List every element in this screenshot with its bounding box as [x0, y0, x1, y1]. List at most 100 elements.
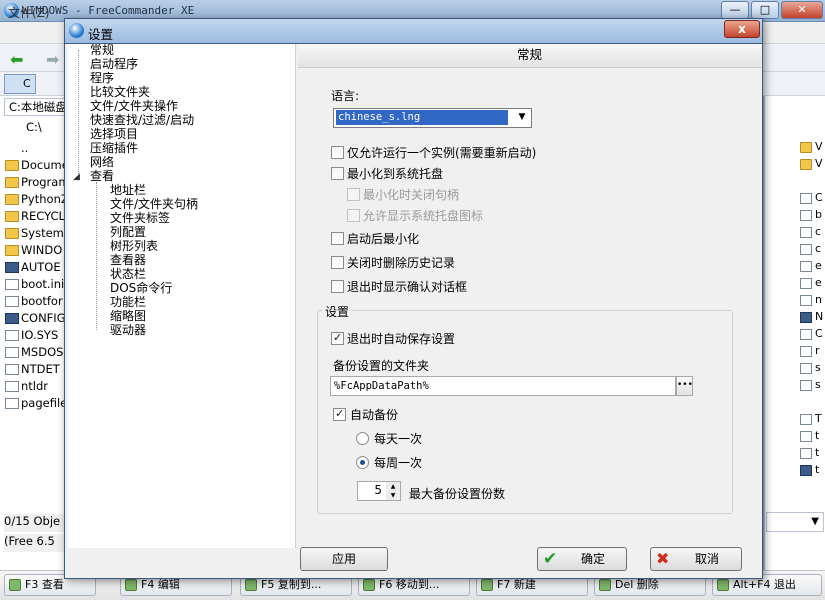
backup-folder-input[interactable]: %FcAppDataPath%	[330, 376, 676, 396]
list-item[interactable]: C	[798, 191, 824, 206]
list-item[interactable]: V	[798, 157, 824, 172]
confirm-exit-checkbox[interactable]	[331, 280, 344, 293]
move-icon	[363, 579, 375, 591]
back-arrow-icon[interactable]: ⬅	[10, 50, 23, 69]
apply-button[interactable]: 应用	[300, 547, 388, 571]
file-icon	[800, 295, 812, 306]
tree-subitem-tree-list[interactable]: 树形列表	[110, 239, 158, 253]
tree-subitem-dos-command[interactable]: DOS命令行	[110, 281, 172, 295]
list-item[interactable]: IO.SYS	[4, 327, 66, 344]
tree-item-view[interactable]: 查看	[90, 169, 114, 183]
file-icon	[800, 380, 812, 391]
folder-icon	[5, 228, 19, 239]
file-icon	[800, 414, 812, 425]
tree-subitem-status-bar[interactable]: 状态栏	[110, 267, 146, 281]
weekly-label: 每周一次	[374, 456, 423, 470]
file-icon	[5, 296, 19, 307]
tree-subitem-columns[interactable]: 列配置	[110, 225, 146, 239]
path-combo[interactable]: C:本地磁盘	[4, 98, 66, 116]
stepper-down-icon[interactable]: ▼	[386, 491, 400, 500]
list-item[interactable]: NTDET	[4, 361, 66, 378]
list-item[interactable]: boot.ini	[4, 276, 66, 293]
weekly-radio[interactable]	[356, 456, 369, 469]
tree-item-general[interactable]: 常规	[90, 43, 114, 57]
list-item[interactable]: s	[798, 361, 824, 376]
tree-subitem-viewer[interactable]: 查看器	[110, 253, 146, 267]
delete-history-checkbox[interactable]	[331, 256, 344, 269]
drive-c-button[interactable]: C	[4, 74, 36, 94]
tree-item-selection[interactable]: 选择项目	[90, 127, 138, 141]
list-item[interactable]: T	[798, 412, 824, 427]
list-item[interactable]: PythonZ	[4, 191, 66, 208]
list-item[interactable]: t	[798, 446, 824, 461]
tree-item-archive-plugins[interactable]: 压缩插件	[90, 141, 138, 155]
menu-file[interactable]: 文件(Z)	[8, 4, 50, 21]
tree-subitem-thumbnails[interactable]: 缩略图	[110, 309, 146, 323]
list-item[interactable]: C	[798, 327, 824, 342]
list-item[interactable]: e	[798, 259, 824, 274]
file-icon	[800, 244, 812, 255]
stepper-up-icon[interactable]: ▲	[386, 482, 400, 491]
minimize-button[interactable]: —	[721, 1, 749, 19]
tree-subitem-function-bar[interactable]: 功能栏	[110, 295, 146, 309]
folder-icon	[800, 142, 812, 153]
forward-arrow-icon[interactable]: ➡	[46, 50, 59, 69]
auto-backup-checkbox[interactable]	[333, 407, 346, 421]
file-icon	[800, 329, 812, 340]
tree-item-startup[interactable]: 启动程序	[90, 57, 138, 71]
close-handle-checkbox[interactable]	[347, 188, 360, 201]
auto-save-checkbox[interactable]	[331, 331, 344, 345]
tree-subitem-drives[interactable]: 驱动器	[110, 323, 146, 337]
list-item[interactable]: c	[798, 242, 824, 257]
list-item[interactable]: V	[798, 140, 824, 155]
tree-subitem-folder-tabs[interactable]: 文件夹标签	[110, 211, 170, 225]
list-item[interactable]: CONFIG	[4, 310, 66, 327]
file-icon	[5, 262, 19, 273]
tree-item-file-operations[interactable]: 文件/文件夹操作	[90, 99, 178, 113]
list-item[interactable]: t	[798, 463, 824, 478]
tree-item-programs[interactable]: 程序	[90, 71, 114, 85]
list-item[interactable]: ntldr	[4, 378, 66, 395]
close-window-button[interactable]: ✕	[781, 1, 823, 19]
list-item[interactable]: Program	[4, 174, 66, 191]
list-item[interactable]: System	[4, 225, 66, 242]
tree-subitem-address-bar[interactable]: 地址栏	[110, 183, 146, 197]
list-item[interactable]: N	[798, 310, 824, 325]
list-item[interactable]: e	[798, 276, 824, 291]
collapse-triangle-icon[interactable]: ◢	[73, 172, 80, 182]
list-item[interactable]: pagefile	[4, 395, 66, 412]
tree-item-compare-folders[interactable]: 比较文件夹	[90, 85, 150, 99]
list-item[interactable]: n	[798, 293, 824, 308]
tray-icon-checkbox[interactable]	[347, 209, 360, 222]
auto-backup-label: 自动备份	[350, 408, 399, 422]
dialog-close-button[interactable]: x	[724, 20, 760, 38]
browse-button[interactable]: •••	[676, 376, 693, 396]
minimize-after-start-checkbox[interactable]	[331, 232, 344, 245]
single-instance-checkbox[interactable]	[331, 146, 344, 159]
folder-icon	[5, 177, 19, 188]
file-icon	[800, 193, 812, 204]
close-handle-label: 最小化时关闭句柄	[363, 188, 460, 202]
list-item[interactable]: MSDOS	[4, 344, 66, 361]
tree-item-quick-search[interactable]: 快速查找/过滤/启动	[90, 113, 194, 127]
right-drive-combo[interactable]: ▼	[766, 512, 824, 532]
list-item[interactable]: AUTOE	[4, 259, 66, 276]
file-icon	[800, 346, 812, 357]
list-item[interactable]: Docume	[4, 157, 66, 174]
list-item[interactable]: RECYCL	[4, 208, 66, 225]
list-item[interactable]: WINDO	[4, 242, 66, 259]
list-item[interactable]: bootfor	[4, 293, 66, 310]
list-item[interactable]: b	[798, 208, 824, 223]
list-item[interactable]: t	[798, 429, 824, 444]
chevron-down-icon[interactable]: ▼	[514, 109, 530, 126]
file-icon	[800, 261, 812, 272]
tree-item-network[interactable]: 网络	[90, 155, 114, 169]
tree-subitem-file-handles[interactable]: 文件/文件夹句柄	[110, 197, 198, 211]
list-item[interactable]: c	[798, 225, 824, 240]
list-item[interactable]: r	[798, 344, 824, 359]
daily-radio[interactable]	[356, 432, 369, 445]
minimize-tray-checkbox[interactable]	[331, 167, 344, 180]
list-item[interactable]: s	[798, 378, 824, 393]
maximize-button[interactable]: □	[751, 1, 779, 19]
list-item[interactable]: ..	[4, 140, 66, 157]
